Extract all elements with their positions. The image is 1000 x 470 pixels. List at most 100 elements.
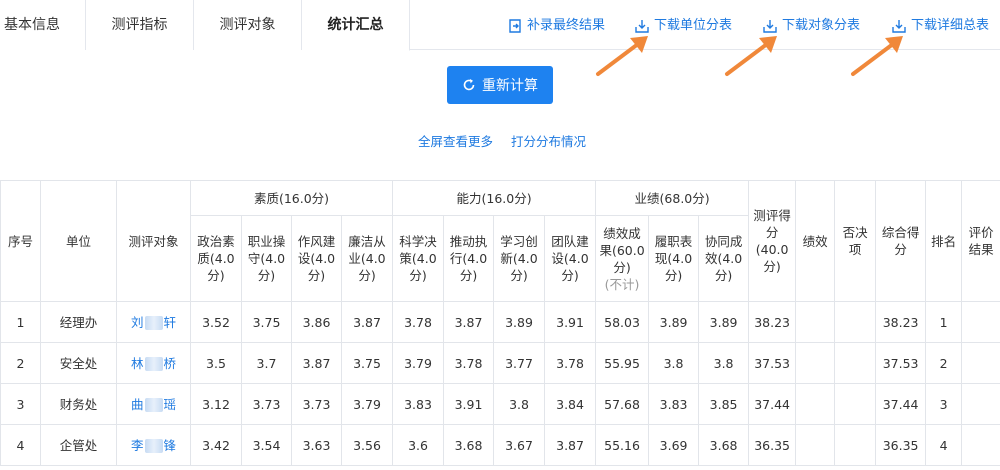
cell-a2: 3.68 [443, 424, 495, 466]
score-distribution-link[interactable]: 打分分布情况 [511, 131, 586, 150]
target-name-last: 瑶 [163, 396, 177, 412]
redacted-mask [144, 398, 163, 412]
cell-target-link[interactable]: 林桥 [116, 342, 191, 384]
cell-q1: 3.12 [190, 383, 242, 425]
header-a1: 科学决策(4.0分) [392, 215, 445, 302]
fullscreen-view-link[interactable]: 全屏查看更多 [418, 131, 493, 150]
header-veto: 否决项 [834, 180, 877, 302]
table-row: 2 安全处 林桥 3.5 3.7 3.87 3.75 3.79 3.78 3.7… [0, 342, 1000, 384]
cell-target-link[interactable]: 李锋 [116, 424, 191, 466]
cell-unit: 财务处 [40, 383, 117, 425]
cell-veto [834, 301, 877, 343]
cell-p2: 3.69 [648, 424, 700, 466]
header-perf: 绩效 [795, 180, 836, 302]
cell-p3: 3.8 [698, 342, 750, 384]
cell-perf [795, 383, 836, 425]
cell-p1: 58.03 [595, 301, 650, 343]
cell-q3: 3.87 [291, 342, 342, 384]
redacted-mask [144, 316, 163, 330]
cell-target-link[interactable]: 刘轩 [116, 301, 191, 343]
annotation-arrow-icon [596, 36, 648, 76]
tab-indicators[interactable]: 测评指标 [86, 0, 194, 50]
cell-score: 38.23 [748, 301, 797, 343]
cell-eval [961, 301, 1000, 343]
header-q3: 作风建设(4.0分) [291, 215, 342, 302]
cell-total: 38.23 [875, 301, 927, 343]
cell-a2: 3.91 [443, 383, 495, 425]
tab-basic-info[interactable]: 基本信息 [0, 0, 86, 50]
cell-eval [961, 424, 1000, 466]
refresh-icon [463, 79, 475, 91]
cell-eval [961, 383, 1000, 425]
cell-seq: 2 [0, 342, 41, 384]
cell-perf [795, 301, 836, 343]
cell-q1: 3.5 [190, 342, 242, 384]
cell-a2: 3.78 [443, 342, 495, 384]
cell-p1: 55.16 [595, 424, 650, 466]
target-name-first: 林 [130, 355, 144, 371]
cell-p2: 3.8 [648, 342, 700, 384]
header-p1-label: 绩效成果(60.0分) [599, 225, 645, 275]
cell-a1: 3.78 [392, 301, 445, 343]
cell-rank: 3 [925, 383, 963, 425]
cell-a4: 3.87 [544, 424, 597, 466]
target-name-first: 刘 [130, 314, 144, 330]
cell-seq: 1 [0, 301, 41, 343]
cell-veto [834, 424, 877, 466]
target-name-first: 李 [130, 437, 144, 453]
header-seq: 序号 [0, 180, 41, 302]
download-unit-table-label: 下载单位分表 [654, 18, 733, 33]
header-a3: 学习创新(4.0分) [493, 215, 546, 302]
cell-a1: 3.6 [392, 424, 445, 466]
header-target: 测评对象 [116, 180, 191, 302]
cell-a3: 3.8 [493, 383, 546, 425]
cell-p2: 3.89 [648, 301, 700, 343]
annotation-arrow-icon [725, 36, 777, 76]
cell-q4: 3.75 [340, 342, 394, 384]
header-q4: 廉洁从业(4.0分) [340, 215, 394, 302]
cell-total: 37.44 [875, 383, 927, 425]
group-header-ability: 能力(16.0分) [392, 180, 597, 216]
header-rank: 排名 [925, 180, 963, 302]
cell-unit: 安全处 [40, 342, 117, 384]
header-a4: 团队建设(4.0分) [544, 215, 597, 302]
cell-p1: 55.95 [595, 342, 650, 384]
cell-a4: 3.84 [544, 383, 597, 425]
cell-total: 37.53 [875, 342, 927, 384]
group-header-quality: 素质(16.0分) [189, 180, 394, 216]
cell-perf [795, 342, 836, 384]
statistics-table: 序号 单位 测评对象 素质(16.0分) 能力(16.0分) 业绩(68.0分)… [0, 180, 1000, 466]
target-name-first: 曲 [130, 396, 144, 412]
recalculate-button[interactable]: 重新计算 [447, 66, 553, 104]
upload-icon [509, 19, 521, 33]
cell-eval [961, 342, 1000, 384]
redacted-mask [144, 439, 163, 453]
cell-q2: 3.7 [241, 342, 292, 384]
cell-seq: 4 [0, 424, 41, 466]
supplement-final-results-link[interactable]: 补录最终结果 [507, 16, 605, 36]
cell-q1: 3.52 [190, 301, 242, 343]
cell-q1: 3.42 [190, 424, 242, 466]
recalculate-label: 重新计算 [482, 78, 538, 94]
cell-a3: 3.89 [493, 301, 546, 343]
cell-a3: 3.67 [493, 424, 546, 466]
header-p1-note: (不计) [604, 276, 640, 292]
cell-seq: 3 [0, 383, 41, 425]
cell-q4: 3.79 [340, 383, 394, 425]
cell-a3: 3.77 [493, 342, 546, 384]
cell-veto [834, 383, 877, 425]
header-eval: 评价结果 [961, 180, 1000, 302]
tab-statistics-summary[interactable]: 统计汇总 [302, 0, 410, 51]
cell-veto [834, 342, 877, 384]
group-header-performance: 业绩(68.0分) [595, 180, 750, 216]
cell-p3: 3.68 [698, 424, 750, 466]
target-name-last: 桥 [163, 355, 177, 371]
download-detailed-table-label: 下载详细总表 [911, 18, 990, 33]
header-score: 测评得分(40.0分) [748, 180, 797, 302]
cell-rank: 2 [925, 342, 963, 384]
cell-q3: 3.86 [291, 301, 342, 343]
tab-targets[interactable]: 测评对象 [194, 0, 302, 50]
cell-target-link[interactable]: 曲瑶 [116, 383, 191, 425]
header-p1: 绩效成果(60.0分) (不计) [595, 215, 650, 302]
annotation-arrow-icon [851, 36, 903, 76]
